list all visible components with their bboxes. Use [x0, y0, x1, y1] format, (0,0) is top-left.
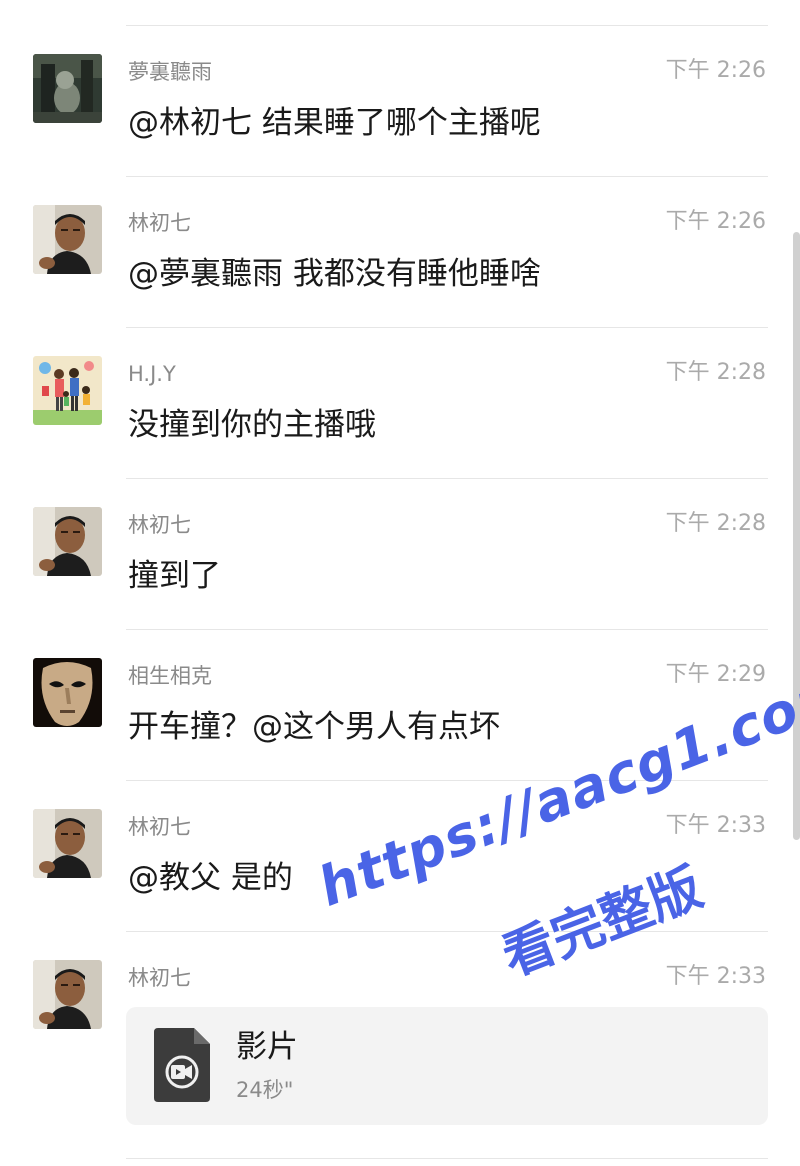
avatar[interactable] — [33, 809, 102, 878]
message-time: 下午 2:28 — [665, 360, 766, 385]
chat-message[interactable]: 林初七 下午 2:28 撞到了 — [0, 478, 800, 629]
message-time: 下午 2:29 — [665, 662, 766, 687]
message-text: 开车撞？@这个男人有点坏 — [128, 709, 500, 745]
chat-message[interactable]: 相生相克 下午 2:29 开车撞？@这个男人有点坏 — [0, 629, 800, 780]
message-text: 撞到了 — [128, 558, 221, 594]
message-time: 下午 2:33 — [665, 813, 766, 838]
sender-name: H.J.Y — [128, 362, 176, 386]
message-text: 没撞到你的主播哦 — [128, 407, 376, 443]
message-time: 下午 2:28 — [665, 511, 766, 536]
chat-message[interactable]: 夢裏聽雨 下午 2:26 @林初七 结果睡了哪个主播呢 — [0, 25, 800, 176]
avatar[interactable] — [33, 658, 102, 727]
message-text: @教父 是的 — [128, 860, 293, 896]
avatar[interactable] — [33, 960, 102, 1029]
sender-name: 夢裏聽雨 — [128, 60, 212, 84]
sender-name: 林初七 — [128, 815, 191, 839]
message-time: 下午 2:26 — [665, 58, 766, 83]
chat-history-page: 夢裏聽雨 下午 2:26 @林初七 结果睡了哪个主播呢 林初七 下午 2:26 … — [0, 0, 800, 1166]
chat-message[interactable]: 林初七 下午 2:26 @夢裏聽雨 我都没有睡他睡啥 — [0, 176, 800, 327]
avatar[interactable] — [33, 356, 102, 425]
video-file-card[interactable]: 影片 24秒" — [126, 1007, 768, 1125]
sender-name: 林初七 — [128, 513, 191, 537]
sender-name: 相生相克 — [128, 664, 212, 688]
scrollbar[interactable] — [793, 232, 800, 840]
avatar[interactable] — [33, 54, 102, 123]
chat-message[interactable]: 林初七 下午 2:33 @教父 是的 — [0, 780, 800, 931]
message-text: @林初七 结果睡了哪个主播呢 — [128, 105, 541, 141]
message-time: 下午 2:26 — [665, 209, 766, 234]
sender-name: 林初七 — [128, 211, 191, 235]
video-file-icon — [154, 1028, 210, 1102]
avatar[interactable] — [33, 507, 102, 576]
message-text: @夢裏聽雨 我都没有睡他睡啥 — [128, 256, 541, 292]
message-time: 下午 2:33 — [665, 964, 766, 989]
divider — [126, 1158, 768, 1159]
avatar[interactable] — [33, 205, 102, 274]
video-duration: 24秒" — [236, 1078, 294, 1102]
sender-name: 林初七 — [128, 966, 191, 990]
file-name: 影片 — [236, 1029, 298, 1065]
chat-message[interactable]: H.J.Y 下午 2:28 没撞到你的主播哦 — [0, 327, 800, 478]
